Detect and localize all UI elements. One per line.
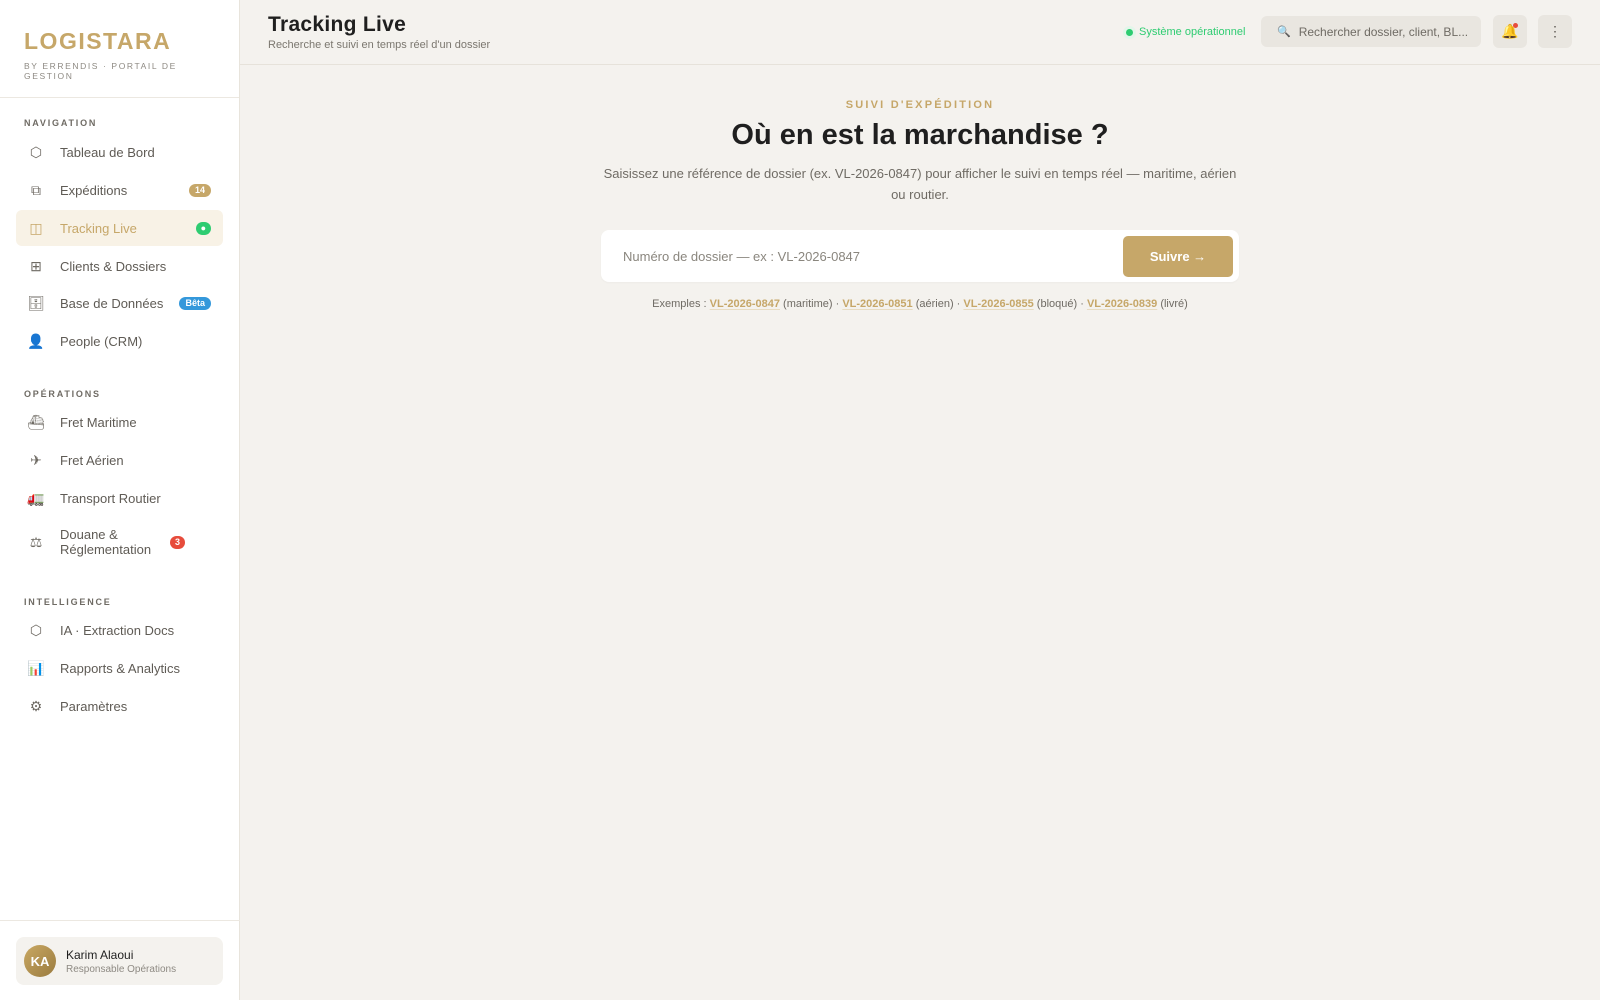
example-type: (maritime) bbox=[783, 298, 833, 310]
sidebar-item-base-de-donnees[interactable]: 🗄 Base de Données Bêta bbox=[16, 285, 223, 321]
top-header: Tracking Live Recherche et suivi en temp… bbox=[240, 0, 1600, 65]
user-profile-card[interactable]: KA Karim Alaoui Responsable Opérations bbox=[16, 937, 223, 985]
sidebar-item-fret-maritime[interactable]: ⛴ Fret Maritime bbox=[16, 404, 223, 440]
example-type: (bloqué) bbox=[1036, 298, 1078, 310]
avatar: KA bbox=[24, 945, 56, 977]
nav-section-title-navigation: NAVIGATION bbox=[24, 118, 98, 128]
hexagon-icon: ⬡ bbox=[29, 143, 43, 160]
sidebar-item-tracking-live[interactable]: ◫ Tracking Live ● bbox=[16, 210, 223, 246]
sidebar-item-ia-extraction[interactable]: ⬡ IA · Extraction Docs bbox=[16, 612, 223, 648]
sidebar-item-douane-reglementation[interactable]: ⚖ Douane & Réglementation 3 bbox=[16, 522, 223, 562]
example-link-maritime[interactable]: VL-2026-0847 bbox=[710, 298, 780, 310]
notification-dot bbox=[1513, 23, 1518, 28]
brand-logo[interactable]: LOGISTARA bbox=[24, 28, 215, 55]
status-dot-icon bbox=[1126, 28, 1133, 36]
brand: LOGISTARA BY ERRENDIS · PORTAIL DE GESTI… bbox=[0, 0, 239, 98]
sidebar-item-expeditions[interactable]: ⧉ Expéditions 14 bbox=[16, 172, 223, 208]
map-icon: ◫ bbox=[29, 219, 43, 236]
hexagon-icon: ⬡ bbox=[29, 621, 43, 638]
system-status: Système opérationnel bbox=[1126, 26, 1245, 38]
beta-badge: Bêta bbox=[179, 296, 211, 310]
example-type: (livré) bbox=[1160, 298, 1188, 310]
plane-icon: ✈ bbox=[30, 451, 42, 468]
database-icon: 🗄 bbox=[27, 294, 45, 311]
sidebar-item-label: Rapports & Analytics bbox=[60, 660, 180, 676]
sidebar-item-label: Paramètres bbox=[60, 698, 128, 714]
sidebar-item-label: Transport Routier bbox=[60, 490, 161, 506]
search-icon: 🔍 bbox=[1277, 26, 1291, 38]
truck-icon: 🚛 bbox=[27, 489, 45, 506]
live-badge: ● bbox=[195, 221, 211, 235]
page-title: Tracking Live bbox=[268, 13, 407, 36]
status-text: Système opérationnel bbox=[1139, 26, 1246, 38]
hero-title: Où en est la marchandise ? bbox=[731, 119, 1109, 151]
tracking-search-box: Suivre → bbox=[601, 230, 1239, 282]
sidebar-item-label: IA · Extraction Docs bbox=[60, 622, 175, 638]
bar-chart-icon: 📊 bbox=[27, 659, 45, 676]
sidebar-item-label: Tracking Live bbox=[60, 220, 137, 236]
sidebar-item-rapports-analytics[interactable]: 📊 Rapports & Analytics bbox=[16, 650, 223, 686]
dossier-number-input[interactable] bbox=[601, 248, 1123, 264]
sidebar-item-label: Tableau de Bord bbox=[60, 144, 155, 160]
user-info: Karim Alaoui Responsable Opérations bbox=[66, 948, 176, 975]
sidebar-item-label: Base de Données bbox=[60, 295, 164, 311]
gear-icon: ⚙ bbox=[29, 697, 43, 714]
user-icon: 👤 bbox=[27, 332, 45, 349]
example-type: (aérien) bbox=[915, 298, 954, 310]
user-role: Responsable Opérations bbox=[66, 963, 177, 975]
global-search[interactable]: 🔍 bbox=[1261, 16, 1481, 47]
sidebar-item-label: Expéditions bbox=[60, 182, 128, 198]
layers-icon: ⧉ bbox=[31, 181, 41, 198]
scale-icon: ⚖ bbox=[29, 533, 43, 550]
sidebar-item-clients-dossiers[interactable]: ⊞ Clients & Dossiers bbox=[16, 248, 223, 284]
more-options-button[interactable]: ⋮ bbox=[1538, 15, 1572, 48]
sidebar: LOGISTARA BY ERRENDIS · PORTAIL DE GESTI… bbox=[0, 0, 240, 1000]
examples-line: Exemples : VL-2026-0847 (maritime) · VL-… bbox=[652, 298, 1188, 310]
sidebar-item-parametres[interactable]: ⚙ Paramètres bbox=[16, 688, 223, 724]
more-vertical-icon: ⋮ bbox=[1548, 23, 1562, 39]
sidebar-item-label: Douane & Réglementation bbox=[60, 527, 152, 557]
sidebar-item-label: Fret Maritime bbox=[60, 414, 137, 430]
page-subtitle: Recherche et suivi en temps réel d'un do… bbox=[268, 39, 491, 51]
sidebar-item-fret-aerien[interactable]: ✈ Fret Aérien bbox=[16, 442, 223, 478]
track-button[interactable]: Suivre → bbox=[1123, 235, 1233, 277]
sidebar-divider bbox=[0, 920, 240, 921]
notifications-button[interactable]: 🔔 bbox=[1493, 15, 1527, 48]
nav-section-title-operations: OPÉRATIONS bbox=[24, 389, 101, 399]
section-eyebrow: SUIVI D'EXPÉDITION bbox=[845, 99, 995, 111]
search-input[interactable] bbox=[1298, 24, 1474, 39]
sidebar-item-label: Clients & Dossiers bbox=[60, 258, 167, 274]
main-content: SUIVI D'EXPÉDITION Où en est la marchand… bbox=[240, 65, 1600, 1000]
brand-subtitle: BY ERRENDIS · PORTAIL DE GESTION bbox=[24, 61, 177, 81]
sidebar-item-label: Fret Aérien bbox=[60, 452, 124, 468]
example-link-aerien[interactable]: VL-2026-0851 bbox=[842, 298, 912, 310]
example-link-bloque[interactable]: VL-2026-0855 bbox=[963, 298, 1033, 310]
user-name: Karim Alaoui bbox=[66, 947, 134, 962]
count-badge: 14 bbox=[188, 183, 211, 197]
sidebar-item-people-crm[interactable]: 👤 People (CRM) bbox=[16, 323, 223, 359]
examples-label: Exemples : bbox=[652, 298, 707, 310]
sidebar-item-transport-routier[interactable]: 🚛 Transport Routier bbox=[16, 480, 223, 516]
sidebar-item-tableau-de-bord[interactable]: ⬡ Tableau de Bord bbox=[16, 134, 223, 170]
alert-badge: 3 bbox=[170, 535, 186, 549]
sidebar-item-label: People (CRM) bbox=[60, 333, 143, 349]
nav-section-title-intelligence: INTELLIGENCE bbox=[24, 597, 112, 607]
example-link-livre[interactable]: VL-2026-0839 bbox=[1087, 298, 1157, 310]
ship-icon: ⛴ bbox=[27, 413, 45, 430]
grid-icon: ⊞ bbox=[30, 257, 42, 274]
hero-description: Saisissez une référence de dossier (ex. … bbox=[603, 166, 1237, 202]
